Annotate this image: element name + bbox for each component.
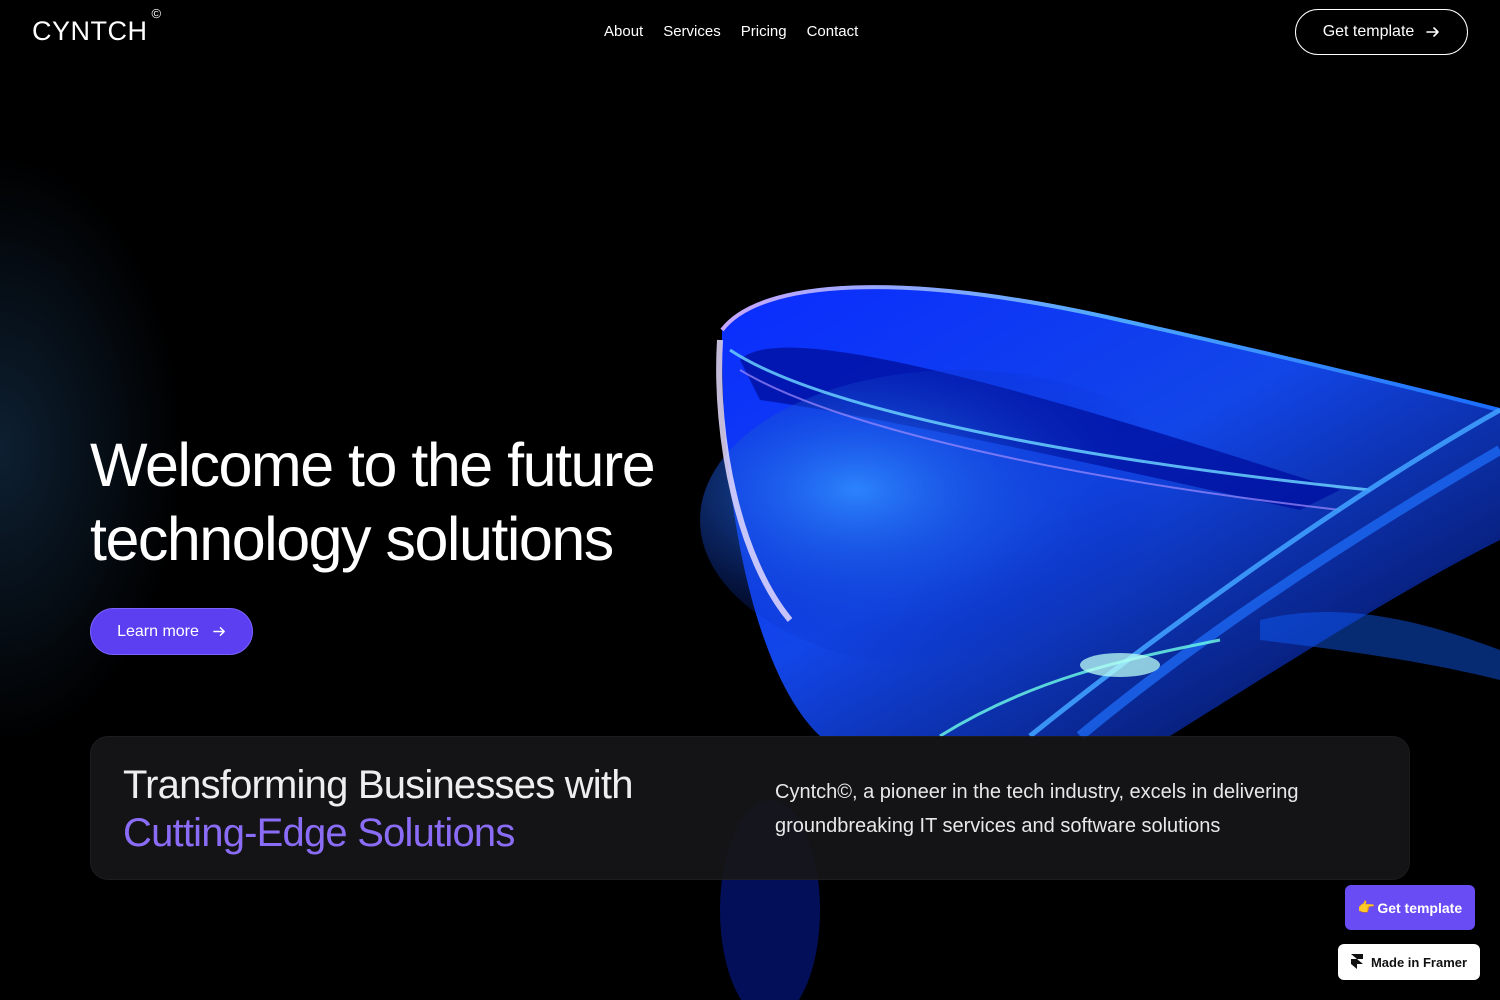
arrow-right-icon — [1426, 27, 1440, 37]
brand-logo[interactable]: CYNTCH© — [32, 6, 162, 47]
made-in-framer-badge[interactable]: Made in Framer — [1338, 944, 1480, 980]
hero-title: Welcome to the future technology solutio… — [90, 428, 750, 576]
floating-get-template-button[interactable]: 👉 Get template — [1345, 885, 1475, 930]
made-in-framer-label: Made in Framer — [1370, 954, 1468, 970]
card-heading-line-1: Transforming Businesses with — [123, 763, 633, 807]
card-description: Cyntch©, a pioneer in the tech industry,… — [775, 781, 1299, 837]
arrow-right-icon — [213, 627, 225, 636]
card-heading: Transforming Businesses with Cutting-Edg… — [123, 761, 633, 857]
nav-link-contact[interactable]: Contact — [807, 23, 859, 40]
copyright-mark: © — [151, 6, 162, 21]
site-header: CYNTCH© About Services Pricing Contact G… — [0, 0, 1500, 64]
card-heading-accent: Cutting-Edge Solutions — [123, 811, 515, 855]
pointing-hand-icon: 👉 — [1357, 899, 1376, 915]
nav-link-services[interactable]: Services — [663, 23, 721, 40]
brand-name: CYNTCH — [32, 16, 148, 46]
hero-title-line-2: technology solutions — [90, 505, 614, 573]
main-nav: About Services Pricing Contact — [604, 23, 858, 40]
get-template-label: Get template — [1322, 23, 1415, 40]
learn-more-button[interactable]: Learn more — [90, 608, 253, 655]
floating-get-template-label: Get template — [1377, 899, 1463, 916]
info-card: Transforming Businesses with Cutting-Edg… — [90, 736, 1410, 880]
learn-more-label: Learn more — [117, 622, 199, 640]
hero-title-line-1: Welcome to the future — [90, 431, 656, 499]
framer-logo-icon — [1350, 954, 1363, 969]
nav-link-pricing[interactable]: Pricing — [741, 23, 787, 40]
get-template-button[interactable]: Get template — [1295, 9, 1468, 55]
nav-link-about[interactable]: About — [604, 23, 643, 40]
